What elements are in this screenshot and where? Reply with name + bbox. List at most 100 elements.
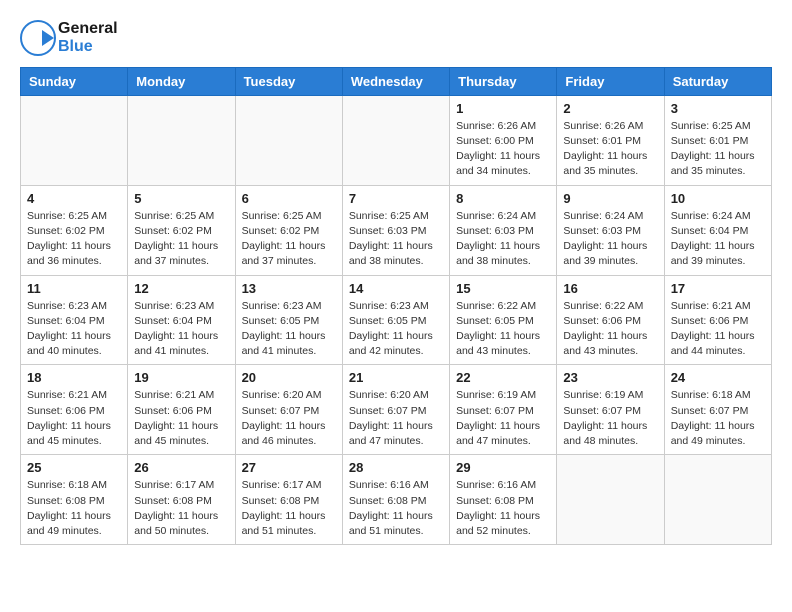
day-info: Sunrise: 6:18 AMSunset: 6:07 PMDaylight:… xyxy=(671,388,765,449)
calendar-cell: 3 Sunrise: 6:25 AMSunset: 6:01 PMDaylight… xyxy=(664,95,771,185)
day-number: 27 xyxy=(242,460,336,475)
calendar-cell: 5 Sunrise: 6:25 AMSunset: 6:02 PMDaylight… xyxy=(128,185,235,275)
day-number: 21 xyxy=(349,370,443,385)
day-number: 18 xyxy=(27,370,121,385)
day-info: Sunrise: 6:24 AMSunset: 6:03 PMDaylight:… xyxy=(563,209,657,270)
day-info: Sunrise: 6:18 AMSunset: 6:08 PMDaylight:… xyxy=(27,478,121,539)
calendar-cell: 1 Sunrise: 6:26 AMSunset: 6:00 PMDaylight… xyxy=(450,95,557,185)
calendar-cell: 13 Sunrise: 6:23 AMSunset: 6:05 PMDayligh… xyxy=(235,275,342,365)
day-number: 13 xyxy=(242,281,336,296)
calendar-cell: 4 Sunrise: 6:25 AMSunset: 6:02 PMDaylight… xyxy=(21,185,128,275)
day-info: Sunrise: 6:21 AMSunset: 6:06 PMDaylight:… xyxy=(134,388,228,449)
calendar-cell: 12 Sunrise: 6:23 AMSunset: 6:04 PMDayligh… xyxy=(128,275,235,365)
day-info: Sunrise: 6:17 AMSunset: 6:08 PMDaylight:… xyxy=(134,478,228,539)
day-info: Sunrise: 6:21 AMSunset: 6:06 PMDaylight:… xyxy=(27,388,121,449)
day-info: Sunrise: 6:19 AMSunset: 6:07 PMDaylight:… xyxy=(456,388,550,449)
calendar-cell: 8Sunrise: 6:24 AMSunset: 6:03 PMDaylight… xyxy=(450,185,557,275)
day-info: Sunrise: 6:19 AMSunset: 6:07 PMDaylight:… xyxy=(563,388,657,449)
calendar-cell: 21 Sunrise: 6:20 AMSunset: 6:07 PMDayligh… xyxy=(342,365,449,455)
day-number: 3 xyxy=(671,101,765,116)
header-sunday: Sunday xyxy=(21,67,128,95)
day-info: Sunrise: 6:25 AMSunset: 6:02 PMDaylight:… xyxy=(27,209,121,270)
day-number: 16 xyxy=(563,281,657,296)
calendar-cell: 9 Sunrise: 6:24 AMSunset: 6:03 PMDaylight… xyxy=(557,185,664,275)
calendar-cell: 25 Sunrise: 6:18 AMSunset: 6:08 PMDayligh… xyxy=(21,455,128,545)
calendar-week-1: 1 Sunrise: 6:26 AMSunset: 6:00 PMDaylight… xyxy=(21,95,772,185)
day-number: 1 xyxy=(456,101,550,116)
calendar-cell: 23 Sunrise: 6:19 AMSunset: 6:07 PMDayligh… xyxy=(557,365,664,455)
day-info: Sunrise: 6:24 AMSunset: 6:04 PMDaylight:… xyxy=(671,209,765,270)
day-info: Sunrise: 6:22 AMSunset: 6:06 PMDaylight:… xyxy=(563,299,657,360)
calendar-cell: 18 Sunrise: 6:21 AMSunset: 6:06 PMDayligh… xyxy=(21,365,128,455)
day-number: 26 xyxy=(134,460,228,475)
day-info: Sunrise: 6:26 AMSunset: 6:00 PMDaylight:… xyxy=(456,119,550,180)
day-info: Sunrise: 6:23 AMSunset: 6:05 PMDaylight:… xyxy=(242,299,336,360)
day-number: 14 xyxy=(349,281,443,296)
calendar-table: SundayMondayTuesdayWednesdayThursdayFrid… xyxy=(20,67,772,545)
day-info: Sunrise: 6:25 AMSunset: 6:02 PMDaylight:… xyxy=(134,209,228,270)
calendar-cell: 10 Sunrise: 6:24 AMSunset: 6:04 PMDayligh… xyxy=(664,185,771,275)
day-number: 6 xyxy=(242,191,336,206)
calendar-cell: 28 Sunrise: 6:16 AMSunset: 6:08 PMDayligh… xyxy=(342,455,449,545)
day-number: 11 xyxy=(27,281,121,296)
day-number: 8 xyxy=(456,191,550,206)
calendar-week-3: 11 Sunrise: 6:23 AMSunset: 6:04 PMDayligh… xyxy=(21,275,772,365)
day-info: Sunrise: 6:23 AMSunset: 6:04 PMDaylight:… xyxy=(27,299,121,360)
day-number: 12 xyxy=(134,281,228,296)
calendar-cell: 2 Sunrise: 6:26 AMSunset: 6:01 PMDaylight… xyxy=(557,95,664,185)
header-tuesday: Tuesday xyxy=(235,67,342,95)
day-number: 23 xyxy=(563,370,657,385)
day-info: Sunrise: 6:20 AMSunset: 6:07 PMDaylight:… xyxy=(349,388,443,449)
logo-blue: Blue xyxy=(58,38,118,56)
day-number: 20 xyxy=(242,370,336,385)
calendar-cell xyxy=(342,95,449,185)
calendar-week-4: 18 Sunrise: 6:21 AMSunset: 6:06 PMDayligh… xyxy=(21,365,772,455)
header-monday: Monday xyxy=(128,67,235,95)
calendar-cell: 22Sunrise: 6:19 AMSunset: 6:07 PMDayligh… xyxy=(450,365,557,455)
logo-general: General xyxy=(58,20,118,38)
page-header: General Blue xyxy=(20,20,772,57)
day-number: 7 xyxy=(349,191,443,206)
day-number: 29 xyxy=(456,460,550,475)
calendar-cell xyxy=(664,455,771,545)
header-wednesday: Wednesday xyxy=(342,67,449,95)
day-info: Sunrise: 6:26 AMSunset: 6:01 PMDaylight:… xyxy=(563,119,657,180)
day-number: 4 xyxy=(27,191,121,206)
day-number: 15 xyxy=(456,281,550,296)
day-info: Sunrise: 6:25 AMSunset: 6:01 PMDaylight:… xyxy=(671,119,765,180)
calendar-cell: 29Sunrise: 6:16 AMSunset: 6:08 PMDayligh… xyxy=(450,455,557,545)
day-number: 9 xyxy=(563,191,657,206)
header-thursday: Thursday xyxy=(450,67,557,95)
day-number: 19 xyxy=(134,370,228,385)
day-info: Sunrise: 6:21 AMSunset: 6:06 PMDaylight:… xyxy=(671,299,765,360)
calendar-cell: 11 Sunrise: 6:23 AMSunset: 6:04 PMDayligh… xyxy=(21,275,128,365)
day-number: 5 xyxy=(134,191,228,206)
calendar-cell: 27 Sunrise: 6:17 AMSunset: 6:08 PMDayligh… xyxy=(235,455,342,545)
calendar-cell: 19 Sunrise: 6:21 AMSunset: 6:06 PMDayligh… xyxy=(128,365,235,455)
logo: General Blue xyxy=(20,20,118,57)
calendar-cell: 17 Sunrise: 6:21 AMSunset: 6:06 PMDayligh… xyxy=(664,275,771,365)
day-info: Sunrise: 6:25 AMSunset: 6:02 PMDaylight:… xyxy=(242,209,336,270)
header-saturday: Saturday xyxy=(664,67,771,95)
day-info: Sunrise: 6:17 AMSunset: 6:08 PMDaylight:… xyxy=(242,478,336,539)
day-number: 10 xyxy=(671,191,765,206)
calendar-cell: 6 Sunrise: 6:25 AMSunset: 6:02 PMDaylight… xyxy=(235,185,342,275)
day-number: 2 xyxy=(563,101,657,116)
calendar-week-2: 4 Sunrise: 6:25 AMSunset: 6:02 PMDaylight… xyxy=(21,185,772,275)
day-info: Sunrise: 6:22 AMSunset: 6:05 PMDaylight:… xyxy=(456,299,550,360)
calendar-cell: 20Sunrise: 6:20 AMSunset: 6:07 PMDayligh… xyxy=(235,365,342,455)
day-number: 24 xyxy=(671,370,765,385)
day-info: Sunrise: 6:23 AMSunset: 6:04 PMDaylight:… xyxy=(134,299,228,360)
calendar-week-5: 25 Sunrise: 6:18 AMSunset: 6:08 PMDayligh… xyxy=(21,455,772,545)
day-number: 28 xyxy=(349,460,443,475)
calendar-cell xyxy=(557,455,664,545)
calendar-cell: 14 Sunrise: 6:23 AMSunset: 6:05 PMDayligh… xyxy=(342,275,449,365)
day-info: Sunrise: 6:16 AMSunset: 6:08 PMDaylight:… xyxy=(349,478,443,539)
day-number: 25 xyxy=(27,460,121,475)
day-info: Sunrise: 6:25 AMSunset: 6:03 PMDaylight:… xyxy=(349,209,443,270)
day-number: 17 xyxy=(671,281,765,296)
day-info: Sunrise: 6:23 AMSunset: 6:05 PMDaylight:… xyxy=(349,299,443,360)
calendar-cell xyxy=(21,95,128,185)
calendar-cell: 15 Sunrise: 6:22 AMSunset: 6:05 PMDayligh… xyxy=(450,275,557,365)
calendar-cell: 16 Sunrise: 6:22 AMSunset: 6:06 PMDayligh… xyxy=(557,275,664,365)
